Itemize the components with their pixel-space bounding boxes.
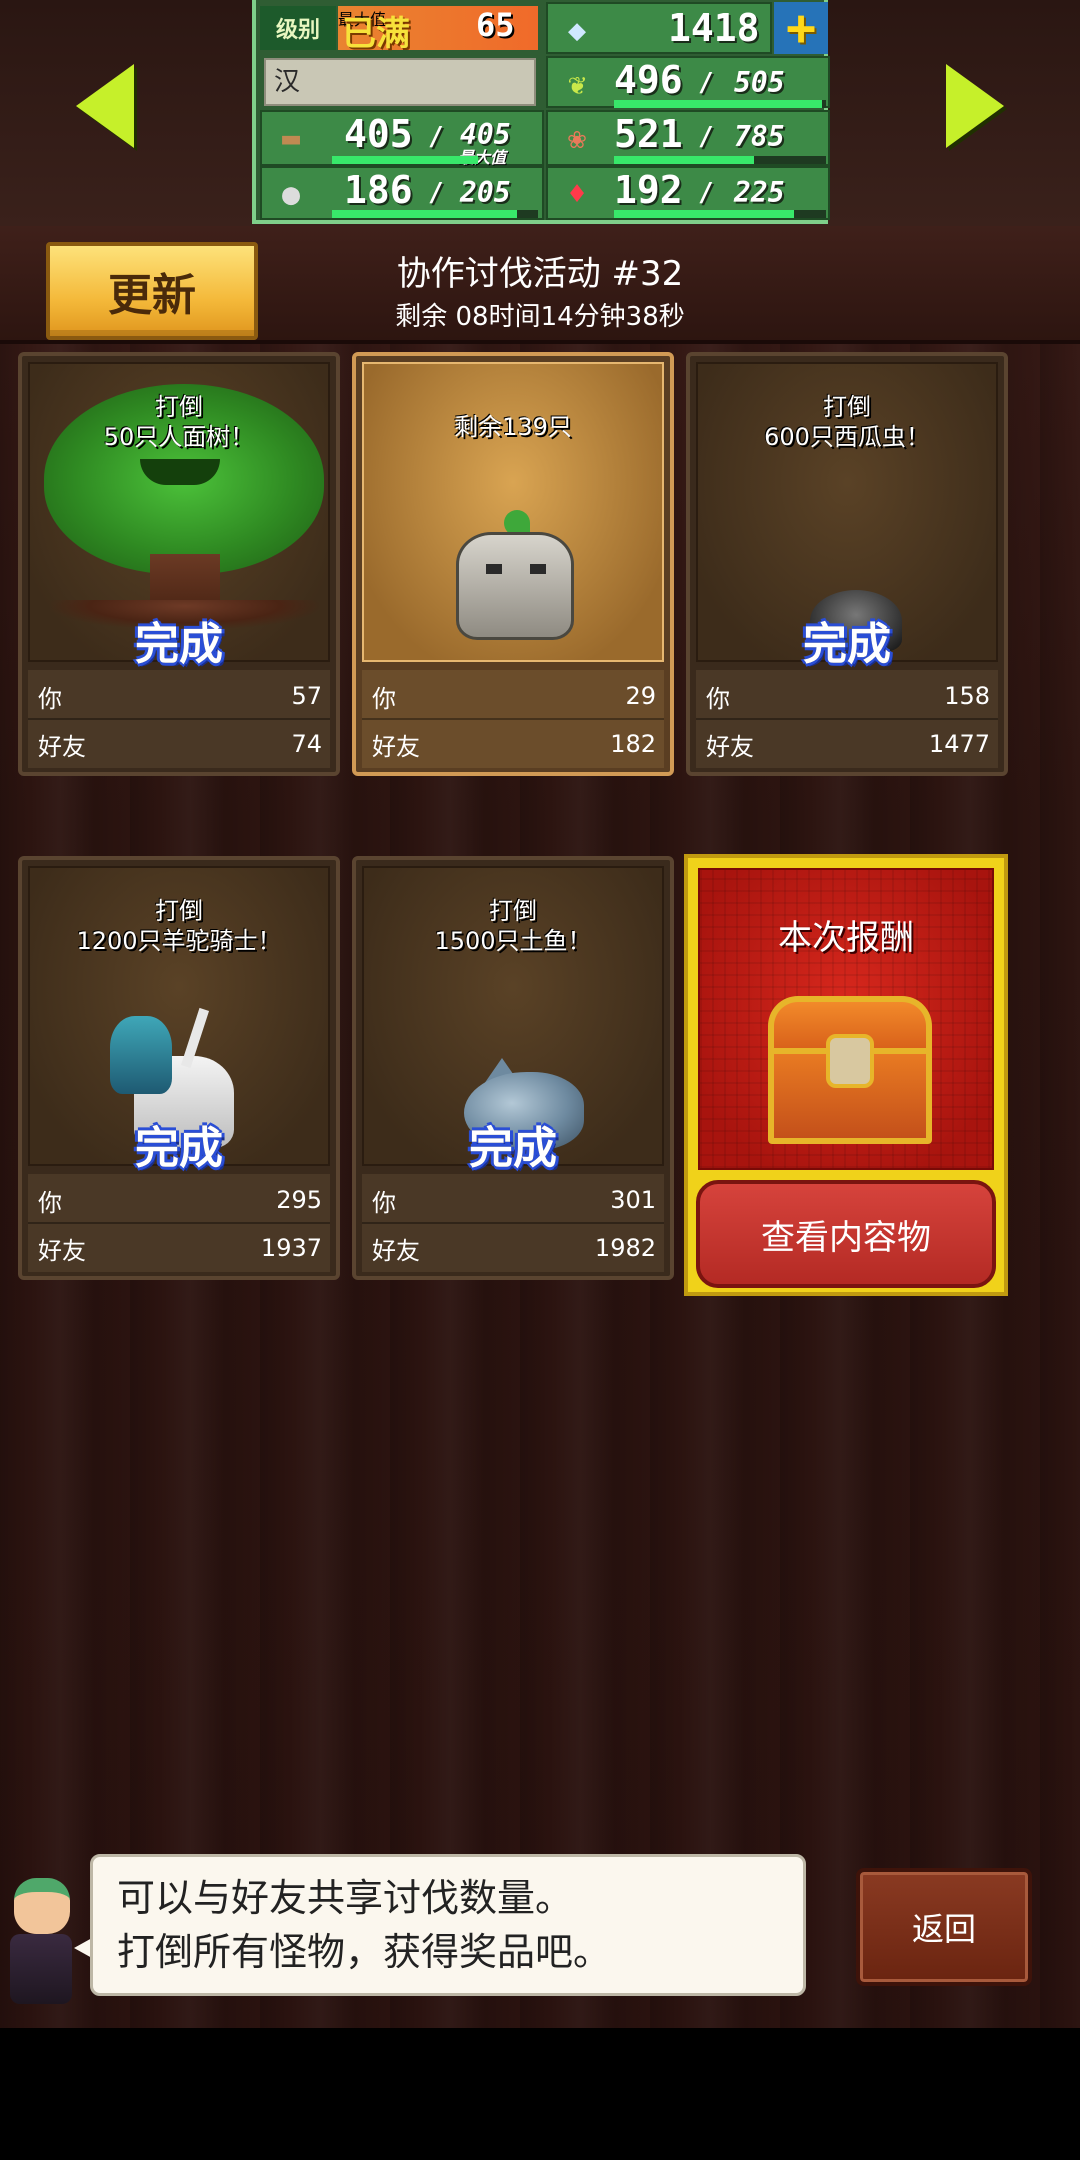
level-label: 级别 bbox=[260, 6, 336, 50]
wood-log-icon: ▬ bbox=[281, 120, 301, 156]
level-number: 65 bbox=[476, 6, 515, 44]
friends-count: 182 bbox=[610, 730, 656, 758]
food-value: 521 bbox=[614, 112, 683, 156]
friends-count: 1937 bbox=[260, 1234, 322, 1262]
raid-remaining: 剩余139只 bbox=[454, 413, 572, 441]
gems-value: 1418 bbox=[668, 6, 760, 50]
raid-stats: 你 57 好友 74 bbox=[28, 670, 330, 768]
ruby-max: 225 bbox=[734, 176, 785, 209]
raid-stats: 你 158 好友 1477 bbox=[696, 670, 998, 768]
you-label: 你 bbox=[38, 1188, 62, 1217]
friends-label: 好友 bbox=[38, 1236, 86, 1265]
level-value-box: 已满 65 最大值 bbox=[338, 6, 538, 54]
view-contents-button[interactable]: 查看内容物 bbox=[696, 1180, 996, 1288]
you-count: 29 bbox=[625, 682, 656, 710]
ruby-resource-cell: ♦ 192 / 225 bbox=[546, 166, 830, 220]
wood-bar-fill bbox=[332, 156, 478, 164]
complete-badge: 完成 bbox=[135, 1123, 223, 1174]
stone-resource-cell: ● 186 / 205 bbox=[260, 166, 544, 220]
complete-badge: 完成 bbox=[803, 619, 891, 670]
grass-bar-fill bbox=[614, 100, 822, 108]
back-button[interactable]: 返回 bbox=[856, 1868, 1032, 1986]
add-gems-button[interactable]: + bbox=[774, 2, 828, 54]
monster-art bbox=[362, 362, 664, 662]
gems-cell: ◆ 1418 bbox=[546, 2, 772, 54]
food-resource-cell: ❀ 521 / 785 bbox=[546, 110, 830, 166]
complete-badge: 完成 bbox=[469, 1123, 557, 1174]
raid-stats: 你 301 好友 1982 bbox=[362, 1174, 664, 1272]
player-status-panel: 级别 已满 65 最大值 ◆ 1418 + 汉 ❦ 496 / 505 ▬ 40… bbox=[252, 0, 830, 224]
friends-count: 1982 bbox=[594, 1234, 656, 1262]
friends-count: 1477 bbox=[928, 730, 990, 758]
stone-value: 186 bbox=[344, 168, 413, 212]
stone-max: 205 bbox=[460, 176, 511, 209]
event-header: 更新 协作讨伐活动 #32 剩余 08时间14分钟38秒 bbox=[0, 226, 1080, 344]
you-count: 57 bbox=[291, 682, 322, 710]
player-name: 汉 bbox=[264, 58, 536, 106]
you-label: 你 bbox=[38, 684, 62, 713]
event-timer: 剩余 08时间14分钟38秒 bbox=[395, 302, 685, 332]
wood-value: 405 bbox=[344, 112, 413, 156]
you-count: 158 bbox=[944, 682, 990, 710]
prev-page-arrow-icon[interactable] bbox=[76, 64, 134, 148]
top-status-area: 级别 已满 65 最大值 ◆ 1418 + 汉 ❦ 496 / 505 ▬ 40… bbox=[0, 0, 1080, 226]
raid-stats: 你 29 好友 182 bbox=[362, 670, 664, 768]
you-count: 301 bbox=[610, 1186, 656, 1214]
reward-panel: 本次报酬 bbox=[698, 868, 994, 1170]
guide-speech-bubble: 可以与好友共享讨伐数量。 打倒所有怪物，获得奖品吧。 bbox=[90, 1854, 806, 1996]
app-screen: 级别 已满 65 最大值 ◆ 1418 + 汉 ❦ 496 / 505 ▬ 40… bbox=[0, 0, 1080, 2028]
dialog-line-2: 打倒所有怪物，获得奖品吧。 bbox=[117, 1930, 612, 1974]
raid-card-knight[interactable]: 打倒 1200只羊驼骑士！ 完成 你 295 好友 1937 bbox=[18, 856, 340, 1280]
you-label: 你 bbox=[372, 684, 396, 713]
raid-card-golem[interactable]: 剩余139只 你 29 好友 182 bbox=[352, 352, 674, 776]
wood-resource-cell: ▬ 405 / 405 最大值 bbox=[260, 110, 544, 167]
grass-icon: ❦ bbox=[567, 66, 587, 102]
dialog-line-1: 可以与好友共享讨伐数量。 bbox=[117, 1876, 574, 1920]
diamond-icon: ◆ bbox=[567, 12, 587, 48]
complete-badge: 完成 bbox=[135, 619, 223, 670]
raid-goal: 打倒 1500只土鱼！ bbox=[434, 897, 592, 955]
raid-goal: 打倒 1200只羊驼骑士！ bbox=[76, 897, 282, 955]
food-max: 785 bbox=[734, 120, 785, 153]
ruby-bar-fill bbox=[614, 210, 795, 218]
raid-card-bug[interactable]: 打倒 600只西瓜虫！ 完成 你 158 好友 1477 bbox=[686, 352, 1008, 776]
treasure-chest-icon bbox=[768, 996, 932, 1146]
stone-bar-fill bbox=[332, 210, 518, 218]
refresh-button[interactable]: 更新 bbox=[46, 242, 258, 340]
reward-title: 本次报酬 bbox=[778, 918, 914, 958]
reward-card: 本次报酬 查看内容物 bbox=[684, 854, 1008, 1296]
grass-max: 505 bbox=[734, 66, 785, 99]
raid-card-tree[interactable]: 打倒 50只人面树！ 完成 你 57 好友 74 bbox=[18, 352, 340, 776]
raid-goal: 打倒 600只西瓜虫！ bbox=[764, 393, 930, 451]
you-label: 你 bbox=[706, 684, 730, 713]
you-label: 你 bbox=[372, 1188, 396, 1217]
event-title: 协作讨伐活动 #32 bbox=[396, 254, 684, 294]
ruby-value: 192 bbox=[614, 168, 683, 212]
ruby-gem-icon: ♦ bbox=[567, 176, 587, 212]
next-page-arrow-icon[interactable] bbox=[946, 64, 1004, 148]
grass-value: 496 bbox=[614, 58, 683, 102]
friends-label: 好友 bbox=[38, 732, 86, 761]
raid-stats: 你 295 好友 1937 bbox=[28, 1174, 330, 1272]
raid-card-fish[interactable]: 打倒 1500只土鱼！ 完成 你 301 好友 1982 bbox=[352, 856, 674, 1280]
friends-label: 好友 bbox=[706, 732, 754, 761]
friends-label: 好友 bbox=[372, 1236, 420, 1265]
food-bar-fill bbox=[614, 156, 754, 164]
raid-goal: 打倒 50只人面树！ bbox=[103, 393, 255, 451]
level-state: 已满 bbox=[342, 14, 410, 54]
grass-resource-cell: ❦ 496 / 505 bbox=[546, 56, 830, 108]
friends-label: 好友 bbox=[372, 732, 420, 761]
you-count: 295 bbox=[276, 1186, 322, 1214]
stone-orb-icon: ● bbox=[281, 176, 301, 212]
food-basket-icon: ❀ bbox=[567, 120, 587, 156]
friends-count: 74 bbox=[291, 730, 322, 758]
